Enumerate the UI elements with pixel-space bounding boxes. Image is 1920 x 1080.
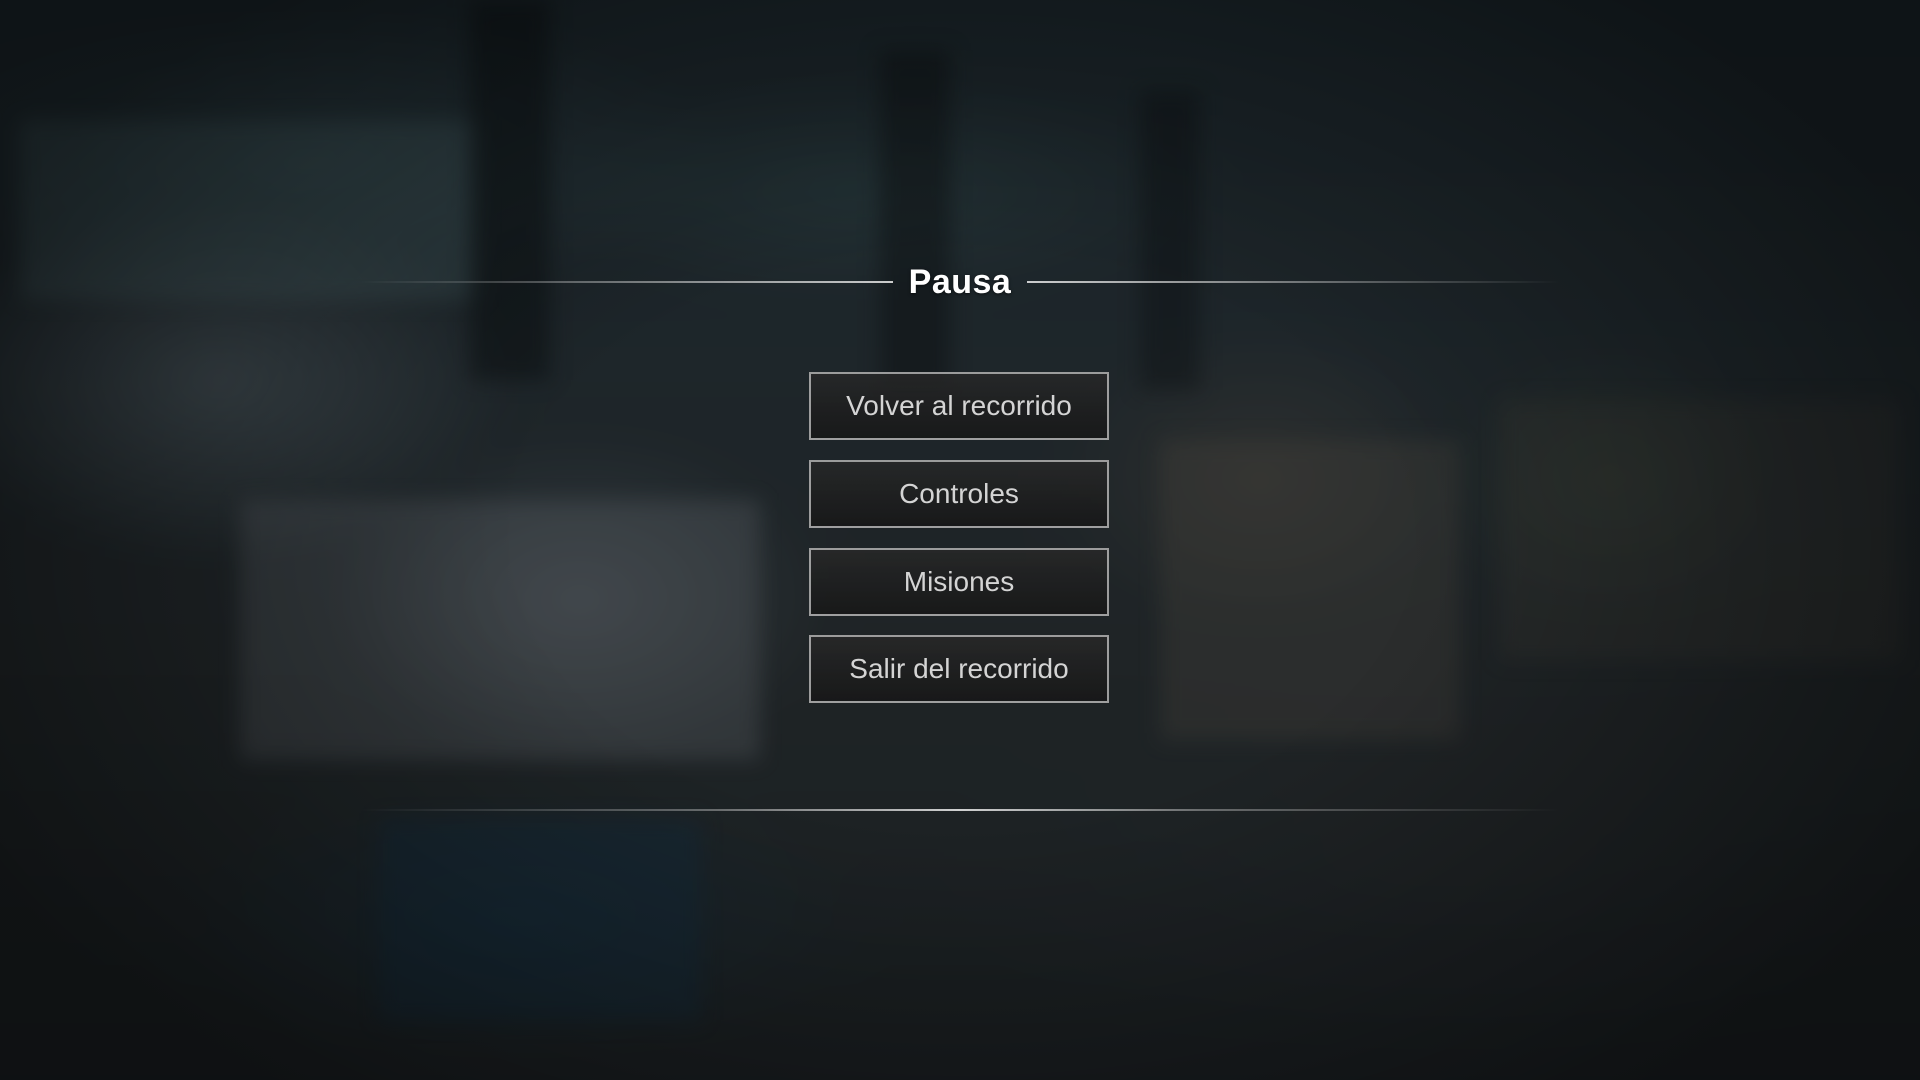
title-divider-left (360, 281, 893, 283)
pause-title: Pausa (908, 262, 1012, 301)
controls-button[interactable]: Controles (809, 460, 1109, 528)
title-divider-right (1027, 281, 1560, 283)
pause-menu: Pausa Volver al recorrido Controles Misi… (0, 0, 1920, 1080)
pause-title-row: Pausa (360, 254, 1560, 310)
bottom-divider (360, 809, 1560, 811)
missions-button[interactable]: Misiones (809, 548, 1109, 616)
exit-tour-button[interactable]: Salir del recorrido (809, 635, 1109, 703)
resume-tour-button[interactable]: Volver al recorrido (809, 372, 1109, 440)
game-screen: Pausa Volver al recorrido Controles Misi… (0, 0, 1920, 1080)
